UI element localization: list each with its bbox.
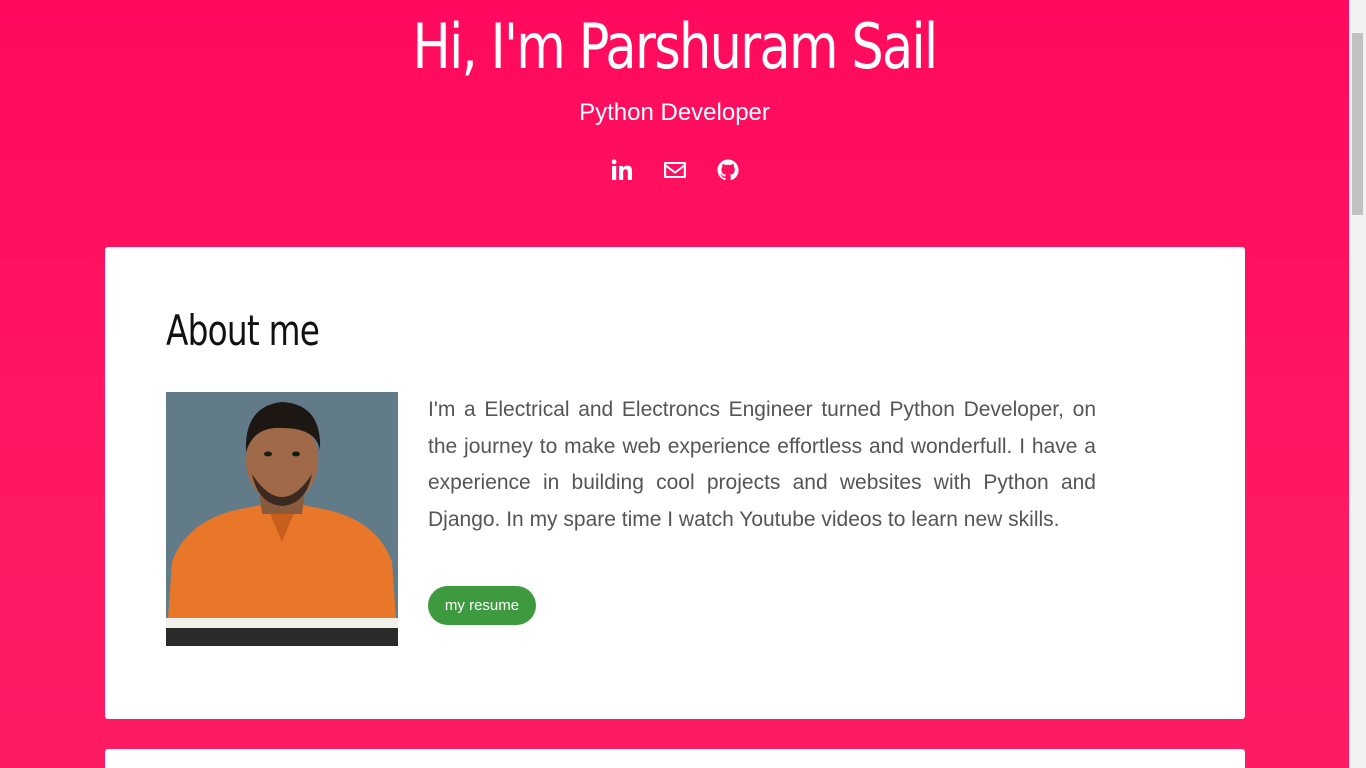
profile-photo-illustration (166, 392, 398, 646)
profile-photo (166, 392, 398, 646)
resume-button[interactable]: my resume (428, 586, 536, 625)
social-links (0, 156, 1349, 184)
page: Hi, I'm Parshuram Sail Python Developer (0, 0, 1349, 768)
linkedin-link[interactable] (610, 156, 634, 184)
github-link[interactable] (716, 156, 740, 184)
email-link[interactable] (663, 156, 687, 184)
about-bio: I'm a Electrical and Electroncs Engineer… (428, 398, 1096, 531)
hero-subtitle: Python Developer (579, 99, 770, 126)
about-card: About me I'm a Electrical and Electroncs… (105, 247, 1245, 719)
linkedin-icon (611, 159, 632, 180)
github-icon (717, 159, 739, 181)
page-scrollbar[interactable] (1349, 0, 1366, 768)
scrollbar-thumb[interactable] (1352, 33, 1363, 215)
mail-icon (663, 162, 686, 178)
hero-title: Hi, I'm Parshuram Sail (412, 10, 938, 83)
about-heading: About me (166, 306, 320, 355)
next-card (105, 749, 1245, 768)
